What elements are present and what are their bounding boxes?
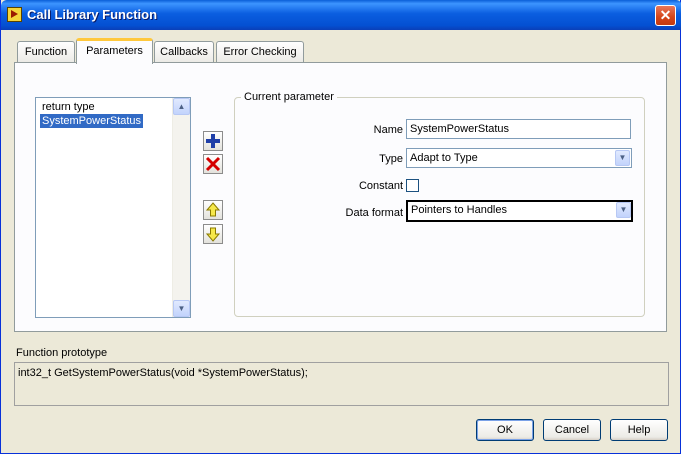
ok-button[interactable]: OK bbox=[476, 419, 534, 441]
tab-error-checking[interactable]: Error Checking bbox=[216, 41, 304, 62]
close-button[interactable]: ✕ bbox=[655, 5, 676, 26]
move-up-button[interactable] bbox=[203, 200, 223, 220]
cancel-button[interactable]: Cancel bbox=[543, 419, 601, 441]
help-button[interactable]: Help bbox=[610, 419, 668, 441]
plus-icon bbox=[206, 134, 220, 148]
chevron-down-icon: ▼ bbox=[177, 304, 186, 313]
name-field[interactable]: SystemPowerStatus bbox=[406, 119, 631, 139]
prototype-text: int32_t GetSystemPowerStatus(void *Syste… bbox=[14, 362, 669, 406]
name-label: Name bbox=[373, 124, 403, 136]
chevron-up-icon: ▲ bbox=[177, 102, 186, 111]
chevron-down-icon[interactable]: ▼ bbox=[616, 202, 631, 218]
type-select-value: Adapt to Type bbox=[410, 152, 478, 164]
arrow-down-icon bbox=[205, 227, 221, 242]
move-down-button[interactable] bbox=[203, 224, 223, 244]
data-format-select[interactable]: Pointers to Handles ▼ bbox=[406, 200, 633, 222]
parameter-list[interactable]: return type SystemPowerStatus ▲ ▼ bbox=[35, 97, 191, 318]
chevron-down-icon[interactable]: ▼ bbox=[615, 150, 630, 166]
list-scrollbar[interactable]: ▲ ▼ bbox=[172, 98, 190, 317]
delete-parameter-button[interactable] bbox=[203, 154, 223, 174]
title-bar: Call Library Function ✕ bbox=[1, 0, 681, 30]
window-title: Call Library Function bbox=[27, 7, 158, 22]
x-icon bbox=[205, 156, 221, 172]
scroll-up-button[interactable]: ▲ bbox=[173, 98, 190, 115]
constant-label: Constant bbox=[358, 180, 403, 192]
list-item-system-power-status[interactable]: SystemPowerStatus bbox=[40, 114, 144, 128]
tab-function[interactable]: Function bbox=[17, 41, 75, 62]
constant-checkbox[interactable] bbox=[406, 179, 419, 192]
call-library-function-dialog: Call Library Function ✕ Function Paramet… bbox=[0, 0, 681, 454]
data-format-select-value: Pointers to Handles bbox=[411, 204, 507, 216]
arrow-up-icon bbox=[205, 202, 221, 217]
labview-app-icon bbox=[7, 7, 22, 22]
prototype-label: Function prototype bbox=[16, 347, 108, 359]
current-parameter-legend: Current parameter bbox=[241, 91, 337, 103]
tab-callbacks[interactable]: Callbacks bbox=[154, 41, 214, 62]
tab-parameters[interactable]: Parameters bbox=[76, 38, 153, 64]
data-format-label: Data format bbox=[345, 207, 403, 219]
type-select[interactable]: Adapt to Type ▼ bbox=[406, 148, 632, 168]
list-item-return-type[interactable]: return type bbox=[40, 100, 97, 114]
add-parameter-button[interactable] bbox=[203, 131, 223, 151]
type-label: Type bbox=[379, 153, 403, 165]
scroll-down-button[interactable]: ▼ bbox=[173, 300, 190, 317]
